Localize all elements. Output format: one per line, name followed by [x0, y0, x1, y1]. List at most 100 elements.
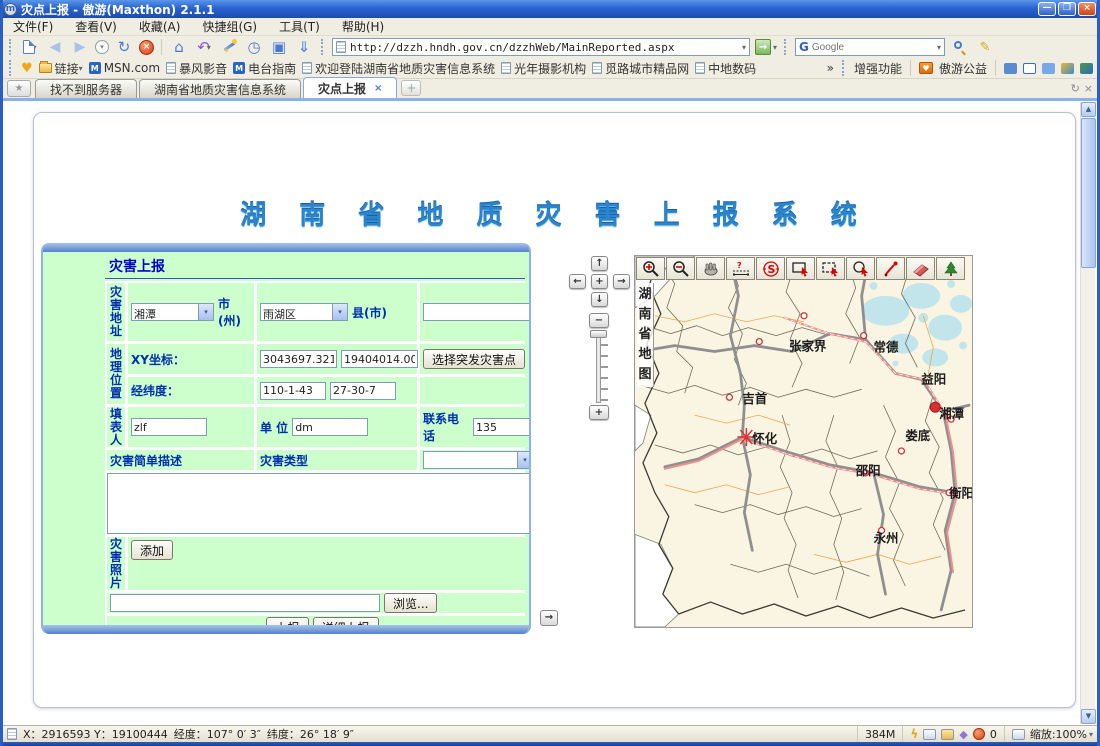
latitude-input[interactable] [330, 382, 396, 400]
close-button[interactable]: × [1078, 2, 1096, 16]
new-tab-button[interactable]: ▾ [20, 38, 40, 56]
pan-center-button[interactable]: + [591, 274, 608, 289]
pan-down-button[interactable]: ↓ [591, 292, 608, 307]
search-button[interactable] [950, 38, 970, 56]
disaster-type-select[interactable]: ▾ [423, 451, 531, 469]
tab-close-icon[interactable]: × [374, 83, 382, 94]
links-folder[interactable]: 链接▾ [39, 60, 83, 77]
zoom-out-step-button[interactable]: − [589, 313, 609, 328]
forward-button[interactable]: ▶ [70, 38, 90, 56]
bookmark-hunan-geo-system[interactable]: 欢迎登陆湖南省地质灾害信息系统 [302, 60, 495, 77]
enhance-features-button[interactable]: 增强功能 [854, 60, 902, 77]
tab-hunan-geo-system[interactable]: 湖南省地质灾害信息系统 [139, 79, 301, 98]
new-tab-plus-button[interactable]: + [401, 80, 421, 96]
map-add-point-button[interactable] [876, 257, 905, 280]
zoom-level[interactable]: 缩放:100% [1030, 726, 1087, 742]
x-coordinate-input[interactable] [260, 350, 337, 368]
menu-file[interactable]: 文件(F) [13, 18, 53, 35]
zoom-dropdown-icon[interactable]: ▾ [1089, 730, 1093, 739]
magic-fill-button[interactable] [219, 38, 239, 56]
pan-up-button[interactable]: ↑ [591, 256, 608, 271]
phone-input[interactable] [473, 418, 531, 436]
search-engine-dropdown-icon[interactable]: ▾ [937, 43, 941, 52]
bookmark-lightyear-photo[interactable]: 光年摄影机构 [501, 60, 586, 77]
bookmark-zhongdi-digital[interactable]: 中地数码 [695, 60, 756, 77]
map-zoom-out-button[interactable] [666, 257, 695, 280]
bookmark-milu-city[interactable]: 觅路城市精品网 [592, 60, 689, 77]
zoom-slider-handle[interactable] [590, 330, 607, 338]
highlight-button[interactable]: ✎ [975, 38, 995, 56]
tab-list-close-icon[interactable]: × [1084, 82, 1093, 95]
go-button[interactable]: → [755, 39, 771, 55]
search-box[interactable]: G ▾ [795, 38, 945, 56]
back-button[interactable]: ◀ [45, 38, 65, 56]
favorites-tab-button[interactable]: ★ [7, 80, 31, 97]
history-dropdown-button[interactable]: ▾ [95, 40, 109, 54]
county-select[interactable]: 雨湖区▾ [260, 303, 348, 321]
bookmark-storm-player[interactable]: 暴风影音 [166, 60, 227, 77]
remote-sync-icon[interactable] [1004, 63, 1017, 74]
popup-blocker-icon[interactable] [923, 729, 936, 740]
folder-status-icon[interactable] [941, 729, 954, 740]
favorites-heart-icon[interactable]: ♥ [21, 61, 33, 76]
address-bar[interactable]: ▾ [332, 38, 750, 56]
map-select-circle-button[interactable] [846, 257, 875, 280]
download-button[interactable]: ⇓ [294, 38, 314, 56]
panel-collapse-button[interactable]: → [540, 610, 558, 626]
resize-page-icon[interactable] [1012, 729, 1025, 740]
description-textarea[interactable] [107, 473, 531, 534]
maxthon-charity-icon[interactable]: ♥ [919, 62, 933, 74]
bookmarks-overflow-button[interactable]: » [827, 61, 834, 75]
map-zoom-box-button[interactable] [786, 257, 815, 280]
undo-button[interactable]: ↶▾ [194, 38, 214, 56]
minimize-button[interactable]: — [1038, 2, 1056, 16]
y-coordinate-input[interactable] [341, 350, 418, 368]
pan-right-button[interactable]: → [613, 274, 630, 289]
longitude-input[interactable] [260, 382, 326, 400]
go-dropdown-icon[interactable]: ▾ [773, 43, 777, 52]
ad-blocker-icon[interactable] [973, 728, 985, 740]
map-measure-area-button[interactable]: S [756, 257, 785, 280]
snapshot-button[interactable]: ▣ [269, 38, 289, 56]
history-button[interactable]: ◷ [244, 38, 264, 56]
vertical-scrollbar[interactable]: ▲ ▼ [1080, 102, 1095, 724]
plugin-tool-icon[interactable] [1061, 63, 1074, 74]
unit-input[interactable] [292, 418, 368, 436]
map-viewport[interactable]: ? S 湖南省地图 [634, 255, 973, 628]
scroll-up-button[interactable]: ▲ [1081, 102, 1096, 117]
menu-favorites[interactable]: 收藏(A) [139, 18, 181, 35]
search-input[interactable] [812, 42, 937, 53]
bookmark-radio-guide[interactable]: M电台指南 [233, 60, 296, 77]
menu-tools[interactable]: 工具(T) [279, 18, 320, 35]
browse-button[interactable]: 浏览... [384, 593, 437, 613]
map-image[interactable]: 张家界 常德 益阳 吉首 怀化 娄底 邵阳 衡阳 永州 湘潭 [635, 256, 972, 627]
tab-disaster-report[interactable]: 灾点上报× [303, 77, 397, 98]
tab-list-refresh-icon[interactable]: ↻ [1071, 82, 1080, 95]
map-select-box-button[interactable] [816, 257, 845, 280]
menu-help[interactable]: 帮助(H) [342, 18, 384, 35]
address-detail-input[interactable] [423, 303, 531, 321]
add-photo-button[interactable]: 添加 [131, 540, 173, 560]
pick-disaster-point-button[interactable]: 选择突发灾害点 [423, 349, 525, 369]
filler-name-input[interactable] [131, 418, 207, 436]
city-select[interactable]: 湘潭▾ [131, 303, 214, 321]
bookmark-msn[interactable]: MMSN.com [89, 61, 160, 75]
maximize-button[interactable]: ❐ [1058, 2, 1076, 16]
address-input[interactable] [350, 41, 741, 54]
menu-view[interactable]: 查看(V) [75, 18, 117, 35]
zoom-in-step-button[interactable]: + [589, 405, 609, 420]
photo-file-input[interactable] [110, 594, 380, 612]
scroll-down-button[interactable]: ▼ [1081, 709, 1096, 724]
notes-tool-icon[interactable] [1042, 63, 1055, 74]
home-button[interactable]: ⌂ [169, 38, 189, 56]
refresh-button[interactable]: ↻ [114, 38, 134, 56]
boost-icon[interactable]: ϟ [910, 727, 918, 741]
filter-icon[interactable]: ◆ [959, 728, 967, 741]
map-eraser-button[interactable] [906, 257, 935, 280]
map-full-extent-button[interactable] [936, 257, 965, 280]
scrollbar-thumb[interactable] [1081, 118, 1096, 268]
menu-groups[interactable]: 快捷组(G) [202, 18, 257, 35]
skin-tool-icon[interactable] [1080, 63, 1093, 74]
maxthon-charity-label[interactable]: 傲游公益 [939, 60, 987, 77]
window-tool-icon[interactable] [1023, 63, 1036, 74]
